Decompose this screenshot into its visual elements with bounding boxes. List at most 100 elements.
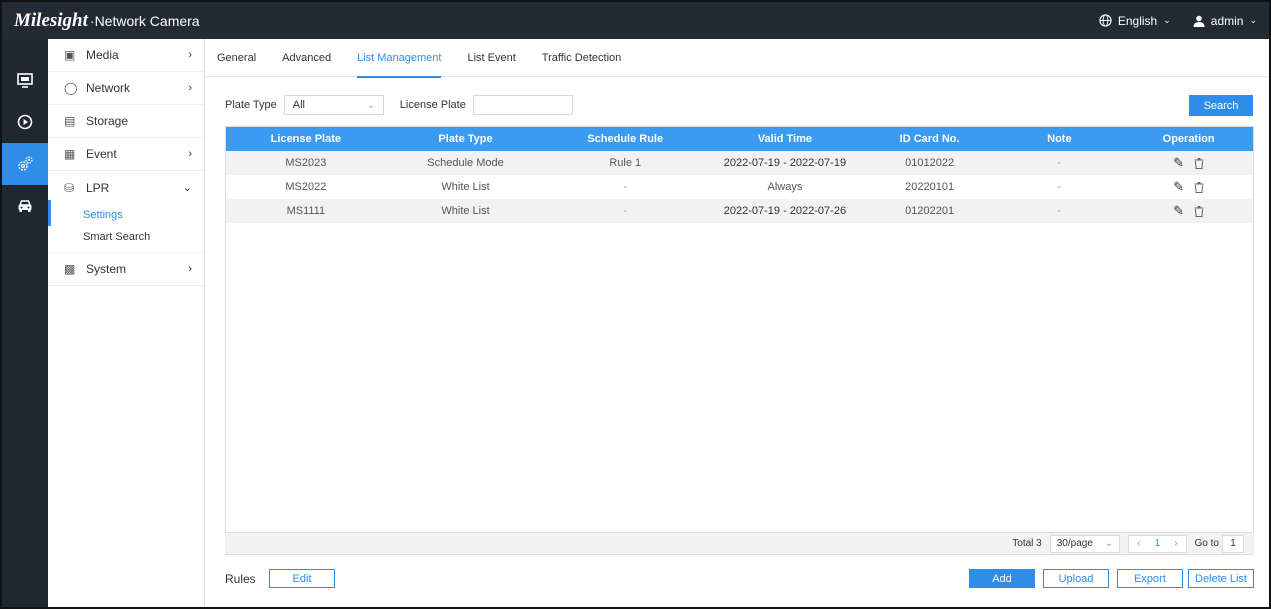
chevron-right-icon: › <box>188 148 192 160</box>
chevron-down-icon: ⌄ <box>1104 538 1114 549</box>
cell-plate-type: White List <box>441 181 490 193</box>
app-window: Milesight ·Network Camera English ⌄ admi… <box>0 0 1271 609</box>
table-row: MS2023 Schedule Mode Rule 1 2022-07-19 -… <box>226 151 1253 175</box>
prev-page-button[interactable]: ‹ <box>1137 538 1140 549</box>
cell-note: - <box>1057 205 1062 217</box>
trash-icon[interactable] <box>1194 181 1204 193</box>
tab-traffic-detection[interactable]: Traffic Detection <box>542 39 621 77</box>
chevron-down-icon: ⌄ <box>182 182 192 194</box>
tab-advanced[interactable]: Advanced <box>282 39 331 77</box>
menu-subitem-settings[interactable]: Settings <box>48 200 204 226</box>
cell-plate-type: Schedule Mode <box>427 157 504 169</box>
play-circle-icon <box>17 114 33 130</box>
brand-logo: Milesight <box>14 9 88 31</box>
filter-bar: Plate Type All ⌄ License Plate <box>225 95 573 115</box>
system-icon: ▩ <box>64 262 76 276</box>
tab-list-management[interactable]: List Management <box>357 39 442 78</box>
trash-icon[interactable] <box>1194 205 1204 217</box>
cell-license-plate: MS1111 <box>286 205 326 217</box>
menu-item-network[interactable]: ◯ Network › <box>48 72 204 105</box>
brand: Milesight ·Network Camera <box>14 10 200 32</box>
rail-playback[interactable] <box>2 101 48 143</box>
delete-list-button[interactable]: Delete List <box>1188 569 1254 588</box>
next-page-button[interactable]: › <box>1174 538 1177 549</box>
camera-icon: ▣ <box>64 48 76 62</box>
rail-live-view[interactable] <box>2 59 48 101</box>
language-selector[interactable]: English ⌄ <box>1099 14 1171 28</box>
tab-list-event[interactable]: List Event <box>467 39 515 77</box>
table-row: MS1111 White List - 2022-07-19 - 2022-07… <box>226 199 1253 223</box>
menu-group-lpr: ⛁ LPR ⌄ Settings Smart Search <box>48 171 204 253</box>
goto-label: Go to <box>1194 538 1219 549</box>
menu-item-lpr[interactable]: ⛁ LPR ⌄ <box>48 171 204 204</box>
search-button[interactable]: Search <box>1189 95 1253 116</box>
current-page[interactable]: 1 <box>1155 538 1161 549</box>
page-navigator: ‹ 1 › <box>1128 534 1187 553</box>
bottom-actions: Rules Edit Add Upload Export Delete List <box>225 569 1254 591</box>
page-size-value: 30/page <box>1056 538 1093 549</box>
tab-bar: General Advanced List Management List Ev… <box>205 39 1269 78</box>
menu-label: System <box>86 262 127 276</box>
column-header: Schedule Rule <box>587 133 664 145</box>
column-header: ID Card No. <box>899 133 960 145</box>
cell-operation: ✎ <box>1124 175 1253 199</box>
chevron-down-icon: ⌄ <box>1163 15 1171 25</box>
main-content: General Advanced List Management List Ev… <box>205 39 1269 607</box>
brand-product: ·Network Camera <box>89 12 200 29</box>
cell-operation: ✎ <box>1124 151 1253 175</box>
chevron-right-icon: › <box>188 263 192 275</box>
cell-schedule-rule: Rule 1 <box>609 157 642 169</box>
rail-vehicle[interactable] <box>2 185 48 227</box>
page-size-select[interactable]: 30/page ⌄ <box>1049 534 1121 553</box>
menu-item-event[interactable]: ▦ Event › <box>48 138 204 171</box>
cell-id-card: 20220101 <box>905 181 955 193</box>
menu-label: Event <box>86 147 117 161</box>
icon-rail <box>2 39 48 607</box>
cell-valid-time: Always <box>767 181 803 193</box>
rail-settings[interactable] <box>2 143 48 185</box>
cell-plate-type: White List <box>441 205 490 217</box>
car-icon <box>18 200 32 212</box>
export-button[interactable]: Export <box>1117 569 1183 588</box>
storage-icon: ▤ <box>64 114 76 128</box>
goto-page: Go to 1 <box>1194 534 1244 553</box>
edit-rules-button[interactable]: Edit <box>269 569 335 588</box>
cell-note: - <box>1057 157 1062 169</box>
cell-id-card: 01202201 <box>905 205 955 217</box>
column-header: Valid Time <box>757 133 813 145</box>
menu-item-media[interactable]: ▣ Media › <box>48 39 204 72</box>
trash-icon[interactable] <box>1194 157 1204 169</box>
goto-input[interactable]: 1 <box>1222 534 1244 553</box>
menu-item-storage[interactable]: ▤ Storage <box>48 105 204 138</box>
user-label: admin <box>1210 13 1244 28</box>
upload-button[interactable]: Upload <box>1043 569 1109 588</box>
edit-icon[interactable]: ✎ <box>1173 203 1184 219</box>
license-plate-label: License Plate <box>399 99 466 111</box>
cell-schedule-rule: - <box>623 181 628 193</box>
car-icon: ⛁ <box>64 180 75 195</box>
column-header: License Plate <box>270 133 341 145</box>
cell-note: - <box>1057 181 1062 193</box>
cell-id-card: 01012022 <box>905 157 955 169</box>
menu-subitem-smart-search[interactable]: Smart Search <box>48 226 204 248</box>
table-row: MS2022 White List - Always 20220101 - ✎ <box>226 175 1253 199</box>
user-icon <box>1193 15 1205 27</box>
edit-icon[interactable]: ✎ <box>1173 179 1184 195</box>
plate-type-value: All <box>292 99 306 111</box>
column-header: Note <box>1047 133 1072 145</box>
cell-valid-time: 2022-07-19 - 2022-07-19 <box>723 157 847 169</box>
tab-general[interactable]: General <box>217 39 256 77</box>
cell-valid-time: 2022-07-19 - 2022-07-26 <box>723 205 847 217</box>
chevron-down-icon: ⌄ <box>367 99 375 110</box>
license-plate-input[interactable] <box>472 95 573 115</box>
add-button[interactable]: Add <box>969 569 1035 588</box>
menu-label: Media <box>86 48 119 62</box>
user-menu[interactable]: admin ⌄ <box>1193 14 1257 28</box>
plate-type-select[interactable]: All ⌄ <box>283 95 384 115</box>
language-label: English <box>1117 13 1158 28</box>
chevron-down-icon: ⌄ <box>1249 15 1257 25</box>
edit-icon[interactable]: ✎ <box>1173 155 1184 171</box>
settings-menu: ▣ Media › ◯ Network › ▤ Storage ▦ Event … <box>48 39 205 607</box>
gear-icon <box>18 156 33 171</box>
menu-item-system[interactable]: ▩ System › <box>48 253 204 286</box>
